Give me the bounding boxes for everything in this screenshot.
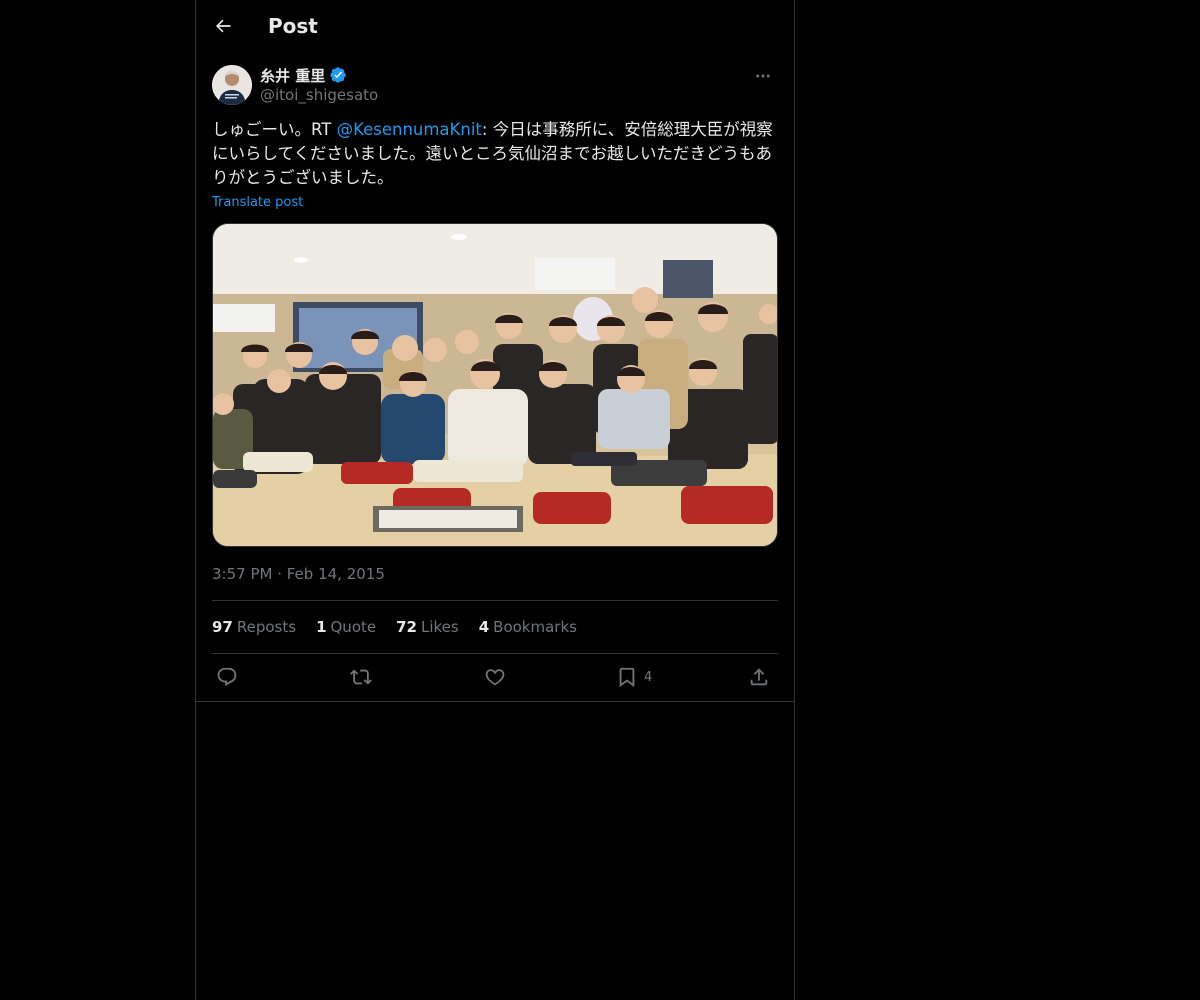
share-icon bbox=[750, 668, 768, 686]
page-title: Post bbox=[268, 14, 318, 38]
post-column: Post 糸井 重里 @itoi_shigesato しゅごーい。RT @Kes… bbox=[195, 0, 795, 1000]
post-photo[interactable] bbox=[212, 223, 778, 547]
mention-link[interactable]: @KesennumaKnit bbox=[337, 120, 482, 139]
bookmarks-label: Bookmarks bbox=[493, 618, 577, 636]
reposts-stat[interactable]: 97 Reposts bbox=[212, 618, 296, 638]
verified-badge-icon bbox=[329, 66, 347, 84]
reposts-label: Reposts bbox=[236, 618, 297, 636]
likes-stat[interactable]: 72 Likes bbox=[396, 618, 459, 638]
quotes-stat[interactable]: 1 Quote bbox=[316, 618, 376, 638]
bookmarks-stat[interactable]: 4 Bookmarks bbox=[479, 618, 577, 638]
post-author: 糸井 重里 @itoi_shigesato bbox=[212, 64, 778, 108]
author-handle[interactable]: @itoi_shigesato bbox=[260, 86, 378, 104]
quotes-label: Quote bbox=[330, 618, 377, 636]
likes-count: 72 bbox=[396, 618, 417, 636]
repost-icon bbox=[350, 669, 372, 685]
more-icon bbox=[756, 74, 770, 78]
author-name[interactable]: 糸井 重里 bbox=[260, 65, 325, 86]
avatar[interactable] bbox=[212, 65, 252, 105]
post-text-before: しゅごーい。RT bbox=[212, 120, 337, 139]
post-timestamp[interactable]: 3:57 PM · Feb 14, 2015 bbox=[212, 565, 385, 583]
back-button[interactable] bbox=[208, 11, 238, 41]
reply-button[interactable] bbox=[216, 662, 238, 692]
repost-button[interactable] bbox=[350, 662, 372, 692]
post-text: しゅごーい。RT @KesennumaKnit: 今日は事務所に、安倍総理大臣が… bbox=[212, 118, 782, 190]
translate-post-link[interactable]: Translate post bbox=[212, 195, 303, 210]
bookmark-count: 4 bbox=[644, 669, 653, 685]
heart-icon bbox=[485, 669, 505, 686]
more-options-button[interactable] bbox=[748, 64, 778, 88]
author-name-row: 糸井 重里 bbox=[260, 65, 347, 85]
divider bbox=[212, 653, 778, 654]
likes-label: Likes bbox=[420, 618, 459, 636]
share-button[interactable] bbox=[748, 662, 770, 692]
bookmark-button[interactable]: 4 bbox=[616, 662, 652, 692]
bookmarks-count: 4 bbox=[478, 618, 490, 636]
post-actions: 4 bbox=[212, 662, 778, 692]
reply-icon bbox=[217, 667, 237, 686]
divider bbox=[212, 600, 778, 601]
top-bar: Post bbox=[196, 0, 794, 53]
arrow-left-icon bbox=[216, 19, 231, 33]
like-button[interactable] bbox=[484, 662, 506, 692]
divider bbox=[196, 701, 794, 702]
quotes-count: 1 bbox=[316, 618, 327, 636]
reposts-count: 97 bbox=[212, 618, 233, 636]
post-stats: 97 Reposts 1 Quote 72 Likes 4 Bookmarks bbox=[212, 618, 577, 638]
bookmark-icon bbox=[619, 667, 635, 688]
